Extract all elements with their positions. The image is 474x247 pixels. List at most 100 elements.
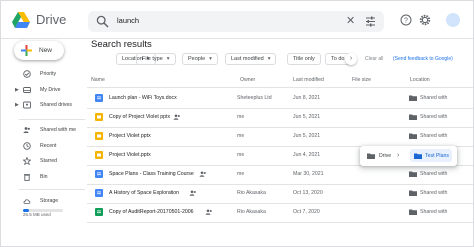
sidebar-item-starred[interactable]: Starred	[1, 156, 87, 168]
header-divider	[87, 87, 473, 88]
table-row[interactable]: Copy of AuditReport-20170501-2006 Rio Ak…	[87, 203, 473, 222]
drive-logo-icon[interactable]	[12, 12, 30, 28]
clear-all-link[interactable]: Clear all	[365, 56, 383, 62]
popup-folder-chip[interactable]: Test Plans	[410, 149, 452, 162]
feedback-link-text: Send feedback to Google	[394, 56, 452, 62]
folder-icon	[409, 133, 417, 139]
feedback-link[interactable]: (Send feedback to Google)	[393, 56, 453, 62]
doc-file-icon	[95, 94, 103, 102]
sidebar-item-label: Recent	[40, 143, 57, 149]
app-name[interactable]: Drive	[36, 12, 66, 27]
avatar[interactable]	[446, 13, 460, 27]
chip-label: File type	[142, 56, 163, 62]
close-icon[interactable]: ✕	[346, 15, 355, 28]
chevron-down-icon: ▾	[166, 56, 170, 62]
folder-icon	[409, 114, 417, 120]
file-name: A History of Space Exploration	[109, 190, 180, 196]
chip-label: Title only	[293, 56, 315, 62]
popup-root[interactable]: Drive	[379, 153, 391, 159]
file-modified: Mar 30, 2021	[293, 171, 324, 177]
clock-icon	[23, 142, 31, 150]
table-row[interactable]: Copy of Project Violet pptx me Jun 5, 20…	[87, 108, 473, 127]
file-name: Project Violet pptx	[109, 133, 151, 139]
chip-title-only[interactable]: Title only	[287, 53, 321, 65]
svg-text:?: ?	[404, 18, 408, 25]
sidebar-item-recent[interactable]: Recent	[1, 141, 87, 153]
file-name: Launch plan - WiFi Toys.docx	[109, 95, 177, 101]
plus-icon	[21, 45, 32, 56]
file-modified: Jun 8, 2021	[293, 95, 321, 101]
file-modified: Jun 5, 2021	[293, 133, 321, 139]
file-location: Shared with	[420, 209, 448, 215]
sidebar-item-my-drive[interactable]: ▶ My Drive	[1, 85, 87, 97]
chip-people[interactable]: People ▾	[182, 53, 218, 65]
sidebar-item-label: Storage	[40, 198, 59, 204]
sheet-file-icon	[95, 208, 103, 216]
row-divider	[87, 222, 473, 223]
folder-icon	[409, 190, 417, 196]
expand-arrow-icon[interactable]: ▶	[15, 102, 19, 108]
sidebar-item-priority[interactable]: Priority	[1, 69, 87, 81]
chevron-right-icon: ›	[397, 152, 400, 159]
sidebar-item-shared-drives[interactable]: ▶ Shared drives	[1, 100, 87, 112]
file-owner: Rio Akasaka	[237, 190, 266, 196]
storage-text: 26.5 MB used	[23, 212, 51, 217]
file-location: Shared with	[420, 114, 448, 120]
folder-icon	[409, 209, 417, 215]
check-circle-icon	[23, 70, 31, 78]
chip-last-modified[interactable]: Last modified ▾	[225, 53, 277, 65]
chevron-down-icon: ▾	[209, 56, 212, 62]
file-location: Shared with	[420, 190, 448, 196]
new-button[interactable]: New	[14, 41, 64, 60]
slides-file-icon	[95, 113, 103, 121]
file-name: Copy of AuditReport-20170501-2006	[109, 209, 194, 215]
folder-icon	[409, 95, 417, 101]
folder-icon	[409, 171, 417, 177]
people-icon	[199, 171, 206, 177]
sidebar-item-bin[interactable]: Bin	[1, 172, 87, 184]
sidebar-divider	[19, 189, 85, 190]
column-header-name[interactable]: Name	[91, 77, 105, 83]
table-row[interactable]: A History of Space Exploration Rio Akasa…	[87, 184, 473, 203]
table-row[interactable]: Project Violet pptx me Jun 5, 2021 Share…	[87, 127, 473, 146]
column-header-modified[interactable]: Last modified	[293, 77, 324, 83]
sidebar-item-shared-with-me[interactable]: Shared with me	[1, 125, 87, 137]
people-icon	[173, 114, 180, 120]
sidebar-item-storage[interactable]: Storage	[1, 196, 87, 208]
search-bar[interactable]: launch ✕	[88, 11, 384, 32]
chip-file-type[interactable]: File type ▾	[136, 53, 176, 65]
column-header-size[interactable]: File size	[352, 77, 371, 83]
column-header-owner[interactable]: Owner	[240, 77, 255, 83]
file-owner: me	[237, 152, 245, 158]
people-icon	[23, 127, 30, 133]
file-location: Shared with	[420, 95, 448, 101]
search-icon[interactable]	[96, 15, 109, 28]
help-icon[interactable]: ?	[400, 14, 412, 26]
file-name: Space Plans - Class Training Course	[109, 171, 194, 177]
tune-icon[interactable]	[365, 16, 376, 27]
file-name: Project Violet.pptx	[109, 152, 151, 158]
expand-arrow-icon[interactable]: ▶	[15, 87, 19, 93]
page-title: Search results	[91, 39, 152, 50]
people-icon	[189, 190, 196, 196]
sidebar-item-label: Priority	[40, 71, 57, 77]
new-button-label: New	[39, 47, 53, 54]
chip-label: People	[188, 56, 206, 62]
file-modified: Oct 13, 2020	[293, 190, 323, 196]
chevron-right-icon[interactable]: ›	[345, 53, 357, 65]
popup-folder-label: Test Plans	[425, 153, 449, 159]
file-owner: Rio Akasaka	[237, 209, 266, 215]
table-row[interactable]: Space Plans - Class Training Course me M…	[87, 165, 473, 184]
settings-icon[interactable]	[419, 14, 431, 26]
chip-label: To do	[331, 56, 345, 62]
search-input[interactable]: launch	[117, 16, 139, 25]
chip-label: Last modified	[231, 56, 264, 62]
drive-icon	[23, 87, 31, 93]
file-owner: Sheteeplus Ltd	[237, 95, 272, 101]
table-row[interactable]: Launch plan - WiFi Toys.docx Sheteeplus …	[87, 89, 473, 108]
file-modified: Jun 5, 2021	[293, 114, 321, 120]
doc-file-icon	[95, 189, 103, 197]
file-location: Shared with	[420, 171, 448, 177]
column-header-location[interactable]: Location	[410, 77, 430, 83]
sidebar-item-label: Bin	[40, 174, 48, 180]
